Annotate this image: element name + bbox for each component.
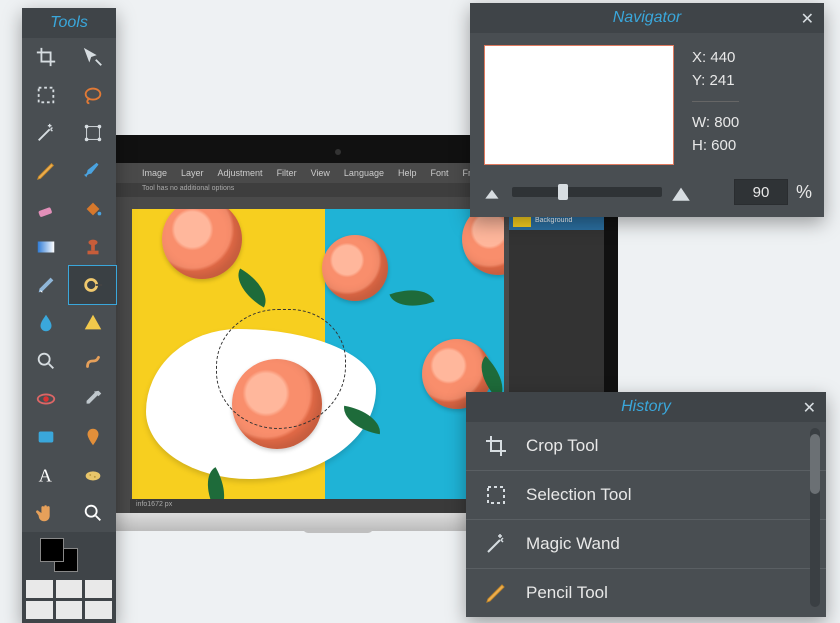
- pencil-tool[interactable]: [22, 152, 69, 190]
- close-icon[interactable]: ✕: [801, 9, 814, 29]
- bucket-tool[interactable]: [69, 190, 116, 228]
- history-item-label: Selection Tool: [526, 485, 632, 505]
- editor-canvas[interactable]: [132, 209, 504, 499]
- crop-icon: [35, 46, 57, 68]
- lasso-icon: [82, 84, 104, 106]
- hand-icon: [35, 502, 57, 524]
- history-title: History ✕: [466, 392, 826, 422]
- menu-image[interactable]: Image: [142, 168, 167, 178]
- magnify-tool[interactable]: [69, 494, 116, 532]
- rect-tool[interactable]: [22, 418, 69, 456]
- stamp-tool[interactable]: [69, 228, 116, 266]
- navigator-preview[interactable]: [484, 45, 674, 165]
- wand-tool[interactable]: [22, 114, 69, 152]
- marquee-tool[interactable]: [22, 76, 69, 114]
- zoom-out-icon[interactable]: [482, 181, 504, 203]
- wand-icon: [35, 122, 57, 144]
- drop-tool[interactable]: [22, 304, 69, 342]
- menu-help[interactable]: Help: [398, 168, 417, 178]
- magnify-icon: [82, 502, 104, 524]
- menu-layer[interactable]: Layer: [181, 168, 204, 178]
- history-item[interactable]: Selection Tool: [466, 470, 826, 519]
- eraser-icon: [35, 198, 57, 220]
- type-icon: [35, 464, 57, 486]
- zoom-tool[interactable]: [22, 342, 69, 380]
- percent-label: %: [796, 182, 812, 203]
- color-wells[interactable]: [22, 532, 116, 576]
- sponge-icon: [82, 464, 104, 486]
- fg-color[interactable]: [40, 538, 64, 562]
- history-item[interactable]: Pencil Tool: [466, 568, 826, 617]
- stamp-icon: [82, 236, 104, 258]
- redeye-icon: [35, 388, 57, 410]
- navigator-panel: Navigator ✕ X: 440 Y: 241 W: 800 H: 600 …: [470, 3, 824, 217]
- menu-font[interactable]: Font: [430, 168, 448, 178]
- zoom-slider[interactable]: [512, 187, 662, 197]
- brush-tool[interactable]: [69, 152, 116, 190]
- zoom-in-icon[interactable]: [670, 181, 692, 203]
- navigator-title: Navigator ✕: [470, 3, 824, 33]
- gradient-tool[interactable]: [22, 228, 69, 266]
- sponge-tool[interactable]: [69, 456, 116, 494]
- redeye-tool[interactable]: [22, 380, 69, 418]
- zoom-value[interactable]: 90: [734, 179, 788, 205]
- layer-name: Background: [535, 217, 572, 224]
- history-scrollbar[interactable]: [810, 428, 820, 607]
- pencil-icon: [35, 160, 57, 182]
- history-panel: History ✕ Crop Tool Selection Tool Magic W…: [466, 392, 826, 617]
- eraser-tool[interactable]: [22, 190, 69, 228]
- close-icon[interactable]: ✕: [803, 398, 816, 418]
- heal-icon: [35, 274, 57, 296]
- history-item-label: Magic Wand: [526, 534, 620, 554]
- move-icon: [82, 46, 104, 68]
- lasso-tool[interactable]: [69, 76, 116, 114]
- history-item-label: Crop Tool: [526, 436, 598, 456]
- pin-icon: [82, 426, 104, 448]
- transform-icon: [82, 122, 104, 144]
- type-tool[interactable]: [22, 456, 69, 494]
- transform-tool[interactable]: [69, 114, 116, 152]
- eyedropper-icon: [82, 388, 104, 410]
- zoom-icon: [35, 350, 57, 372]
- rect-icon: [35, 426, 57, 448]
- pin-tool[interactable]: [69, 418, 116, 456]
- menu-adjustment[interactable]: Adjustment: [218, 168, 263, 178]
- bucket-icon: [82, 198, 104, 220]
- crop-icon: [484, 434, 508, 458]
- gradient-icon: [35, 236, 57, 258]
- menu-filter[interactable]: Filter: [277, 168, 297, 178]
- menu-view[interactable]: View: [311, 168, 330, 178]
- tools-title: Tools: [22, 8, 116, 38]
- menu-language[interactable]: Language: [344, 168, 384, 178]
- heal-tool[interactable]: [22, 266, 69, 304]
- smudge-icon: [82, 350, 104, 372]
- crop-tool[interactable]: [22, 38, 69, 76]
- pencil-icon: [484, 581, 508, 605]
- marquee-icon: [484, 483, 508, 507]
- swatches[interactable]: [22, 576, 116, 623]
- marquee-icon: [35, 84, 57, 106]
- navigator-meta: X: 440 Y: 241 W: 800 H: 600: [692, 45, 739, 165]
- brush-icon: [82, 160, 104, 182]
- hand-tool[interactable]: [22, 494, 69, 532]
- shape-tool[interactable]: [69, 304, 116, 342]
- tools-panel: Tools: [22, 8, 116, 623]
- shape-icon: [82, 312, 104, 334]
- drop-icon: [35, 312, 57, 334]
- history-item[interactable]: Magic Wand: [466, 519, 826, 568]
- history-item[interactable]: Crop Tool: [466, 422, 826, 470]
- history-item-label: Pencil Tool: [526, 583, 608, 603]
- dodge-tool[interactable]: [69, 266, 116, 304]
- eyedropper-tool[interactable]: [69, 380, 116, 418]
- wand-icon: [484, 532, 508, 556]
- dodge-icon: [82, 274, 104, 296]
- move-tool[interactable]: [69, 38, 116, 76]
- smudge-tool[interactable]: [69, 342, 116, 380]
